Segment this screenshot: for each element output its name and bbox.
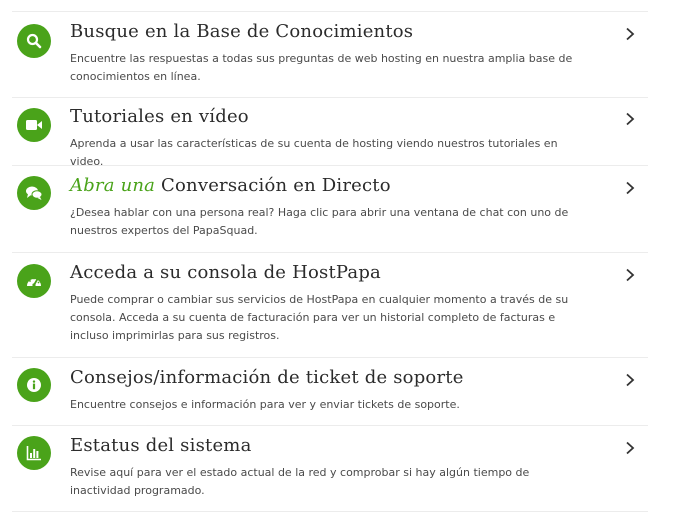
item-title: Acceda a su consola de HostPapa	[70, 262, 381, 283]
chevron-right-icon[interactable]	[623, 27, 637, 41]
item-title-accent: Abra una	[70, 175, 156, 196]
item-title-text: Conversación en Directo	[161, 175, 391, 196]
list-item-live-chat[interactable]: Abra una Conversación en Directo ¿Desea …	[12, 166, 648, 253]
item-title: Tutoriales en vídeo	[70, 106, 249, 127]
item-description: Encuentre consejos e información para ve…	[70, 398, 460, 411]
support-options-list: Busque en la Base de Conocimientos Encue…	[12, 11, 648, 512]
item-description: Puede comprar o cambiar sus servicios de…	[70, 293, 569, 342]
list-item-knowledge-base[interactable]: Busque en la Base de Conocimientos Encue…	[12, 12, 648, 98]
chevron-right-icon[interactable]	[623, 373, 637, 387]
list-item-video-tutorials[interactable]: Tutoriales en vídeo Aprenda a usar las c…	[12, 98, 648, 168]
list-item-support-tickets[interactable]: Consejos/información de ticket de soport…	[12, 358, 648, 426]
chevron-right-icon[interactable]	[623, 181, 637, 195]
item-description: Encuentre las respuestas a todas sus pre…	[70, 52, 573, 83]
item-description: Revise aquí para ver el estado actual de…	[70, 466, 530, 497]
item-title: Consejos/información de ticket de soport…	[70, 367, 464, 388]
dashboard-gauge-icon	[17, 264, 51, 298]
search-icon	[17, 24, 51, 58]
chevron-right-icon[interactable]	[623, 268, 637, 282]
item-title: Abra una Conversación en Directo	[70, 175, 391, 196]
bar-chart-icon	[17, 436, 51, 470]
item-title: Busque en la Base de Conocimientos	[70, 21, 414, 42]
chevron-right-icon[interactable]	[623, 441, 637, 455]
list-item-hostpapa-console[interactable]: Acceda a su consola de HostPapa Puede co…	[12, 253, 648, 358]
chat-bubbles-icon	[17, 176, 51, 210]
chevron-right-icon[interactable]	[623, 112, 637, 126]
item-title: Estatus del sistema	[70, 435, 252, 456]
info-icon	[17, 368, 51, 402]
item-description: ¿Desea hablar con una persona real? Haga…	[70, 206, 569, 237]
video-camera-icon	[17, 108, 51, 142]
list-item-system-status[interactable]: Estatus del sistema Revise aquí para ver…	[12, 426, 648, 512]
